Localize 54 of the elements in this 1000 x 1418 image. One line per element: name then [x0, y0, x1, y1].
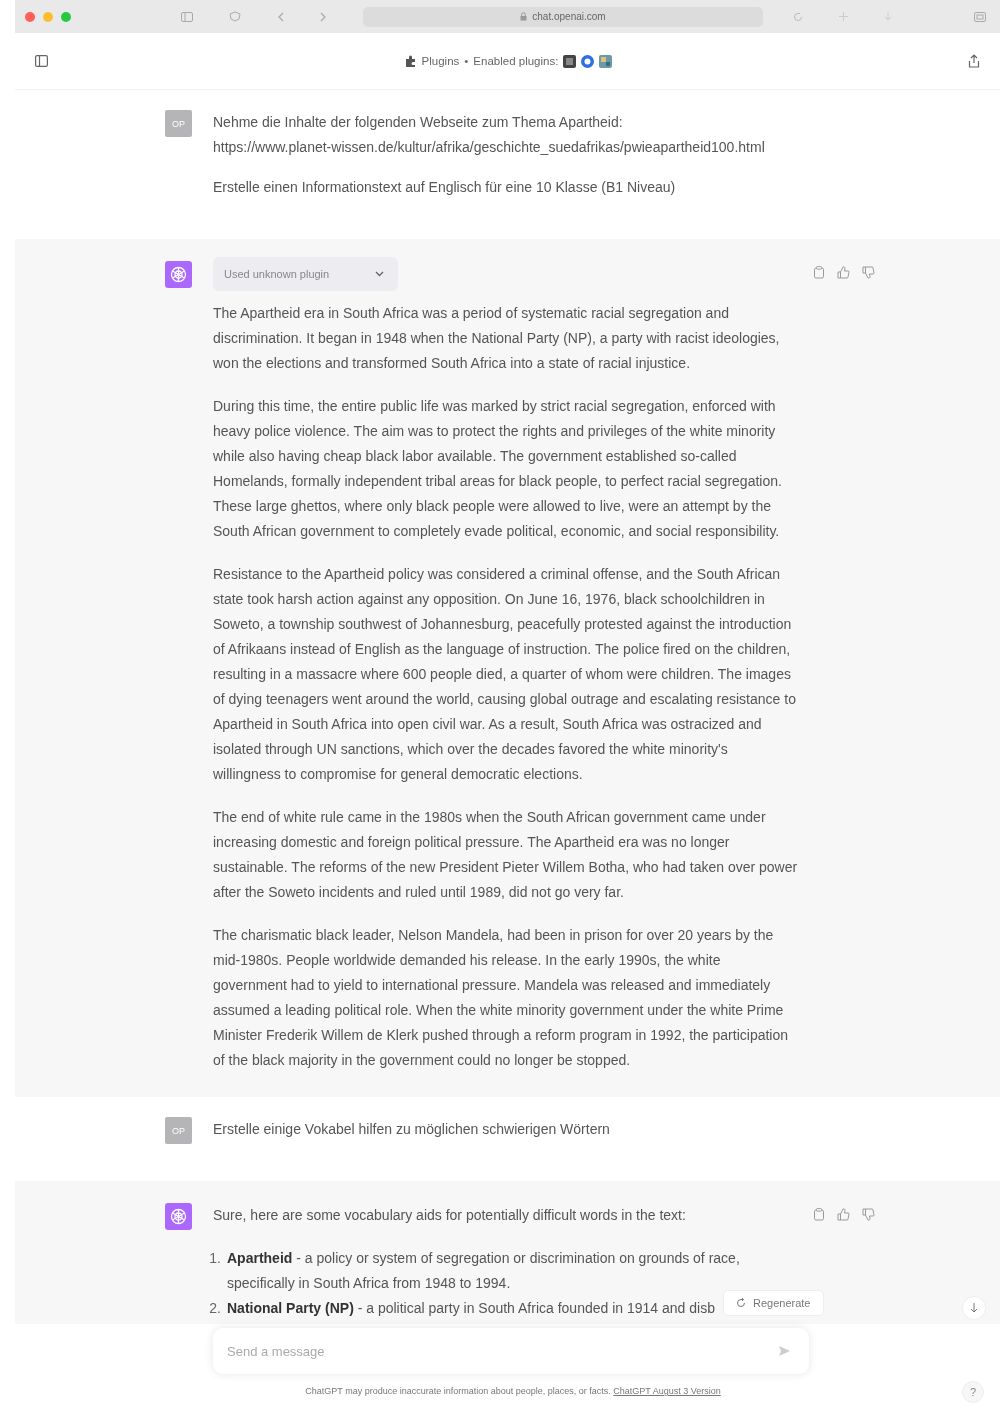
help-button[interactable]: ?	[962, 1381, 984, 1403]
lock-icon	[520, 12, 528, 21]
message-text: Resistance to the Apartheid policy was considered a criminal offense, and the South African state took harsh action against any opposition. On June 16, 1976, black schoolchildren in Soweto, a township southwest of Johannesburg, peacefully protested against the introduction of Afrikaans instead of English as the language of instruction. The police fired on the children, resulting in a massacre where 600 people died, a quarter of whom were children. The images of dying teenagers went around the world, causing global outrage and escalating resistance to Apartheid in South Africa into open civil war. As a result, South Africa was ostracized and isolated through UN sanctions, which over the decades favored the white minority's willingness to compromise for general democratic elections.	[213, 565, 797, 784]
user-avatar: OP	[165, 1117, 192, 1144]
arrow-down-icon	[970, 1303, 978, 1313]
user-avatar: OP	[165, 110, 192, 137]
plugin-icon	[581, 54, 595, 68]
puzzle-icon	[403, 54, 417, 68]
plus-icon[interactable]	[839, 12, 848, 21]
enabled-plugins-label: Enabled plugins:	[473, 55, 559, 67]
plugin-icon	[599, 54, 613, 68]
message-text: The charismatic black leader, Nelson Mandela, had been in prison for over 20 years by the mid-1980s. People worldwide demanded his release. In the early 1990s, the white government had to yield to international pressure. Mandela was released and immediately assumed a leading political role. When the white minority government under the white Prime Minister Frederik Willem de Klerk pushed through a reform program in 1992, the participation of the black majority in the government could no longer be stopped.	[213, 926, 790, 1070]
forward-icon[interactable]	[320, 11, 327, 22]
copy-icon[interactable]	[813, 266, 825, 279]
message-text: Erstelle einen Informationstext auf Englisch für eine 10 Klasse (B1 Niveau)	[213, 178, 677, 197]
back-icon[interactable]	[277, 11, 284, 22]
download-icon[interactable]	[884, 11, 892, 22]
close-window-icon[interactable]	[25, 11, 35, 22]
plugin-icon	[563, 54, 577, 68]
maximize-window-icon[interactable]	[61, 11, 71, 22]
message-text: Nehme die Inhalte der folgenden Webseite zum Thema Apartheid: https://www.planet-wissen.de/kultur/afrika/geschichte_suedafrikas/pwieapartheid100.html	[213, 113, 766, 157]
vocabulary-item: Apartheid - a policy or system of segregation or discrimination on grounds of race, specifically in South Africa from 1948 to 1994.	[227, 1249, 741, 1293]
regenerate-button[interactable]: Regenerate	[723, 1290, 824, 1316]
version-link[interactable]: ChatGPT August 3 Version	[613, 1386, 721, 1396]
share-icon[interactable]	[968, 54, 980, 68]
plugins-label: Plugins	[421, 55, 460, 67]
minimize-window-icon[interactable]	[43, 11, 53, 22]
message-input[interactable]: Send a message	[213, 1328, 809, 1374]
vocabulary-item: National Party (NP) - a political party in South Africa founded in 1914 and disb	[227, 1299, 715, 1318]
thumbs-up-icon[interactable]	[837, 1208, 850, 1221]
tabs-icon[interactable]	[974, 11, 986, 22]
reload-icon[interactable]	[793, 11, 803, 22]
sidebar-icon[interactable]	[181, 11, 193, 22]
assistant-avatar-icon	[165, 1203, 192, 1230]
message-text: During this time, the entire public life was marked by strict racial segregation, enforced with heavy police violence. The aim was to protect the rights and privileges of the white minority while also having cheap black labor available. The government established so-called Homelands, formally independent tribal areas for black people, to perfect racial segregation. These large ghettos, where only black people were allowed to live, were an attempt by the South African government to completely evade political, economic, and social responsibility.	[213, 397, 783, 541]
plugin-usage-dropdown[interactable]: Used unknown plugin	[213, 257, 398, 291]
sidebar-toggle-icon[interactable]	[35, 55, 48, 67]
thumbs-down-icon[interactable]	[862, 1208, 875, 1221]
chevron-down-icon	[375, 271, 384, 277]
address-bar[interactable]: chat.openai.com	[363, 6, 763, 27]
list-number: 2.	[208, 1299, 222, 1318]
message-text: Sure, here are some vocabulary aids for potentially difficult words in the text:	[213, 1206, 687, 1225]
message-text: The Apartheid era in South Africa was a period of systematic racial segregation and discrimination. It began in 1948 when the National Party (NP), a party with racist ideologies, won the elections and transformed South Africa into a state of racial injustice.	[213, 304, 781, 373]
thumbs-up-icon[interactable]	[837, 266, 850, 279]
message-text: The end of white rule came in the 1980s when the South African government came under increasing domestic and foreign political pressure. The Apartheid era was no longer sustainable. The reforms of the new President Pieter Willem Botha, who had taken over power after the Soweto incidents and ruled until 1989, did not go very far.	[213, 808, 798, 902]
refresh-icon	[736, 1298, 746, 1308]
copy-icon[interactable]	[813, 1208, 825, 1221]
shield-icon[interactable]	[229, 11, 241, 22]
list-number: 1.	[208, 1249, 222, 1268]
disclaimer-text: ChatGPT may produce inaccurate information about people, places, or facts. ChatGPT August 3 Version	[304, 1386, 722, 1396]
thumbs-down-icon[interactable]	[862, 266, 875, 279]
assistant-avatar-icon	[165, 261, 192, 288]
separator-dot: •	[464, 55, 469, 67]
message-text: Erstelle einige Vokabel hilfen zu möglichen schwierigen Wörtern	[213, 1120, 611, 1139]
